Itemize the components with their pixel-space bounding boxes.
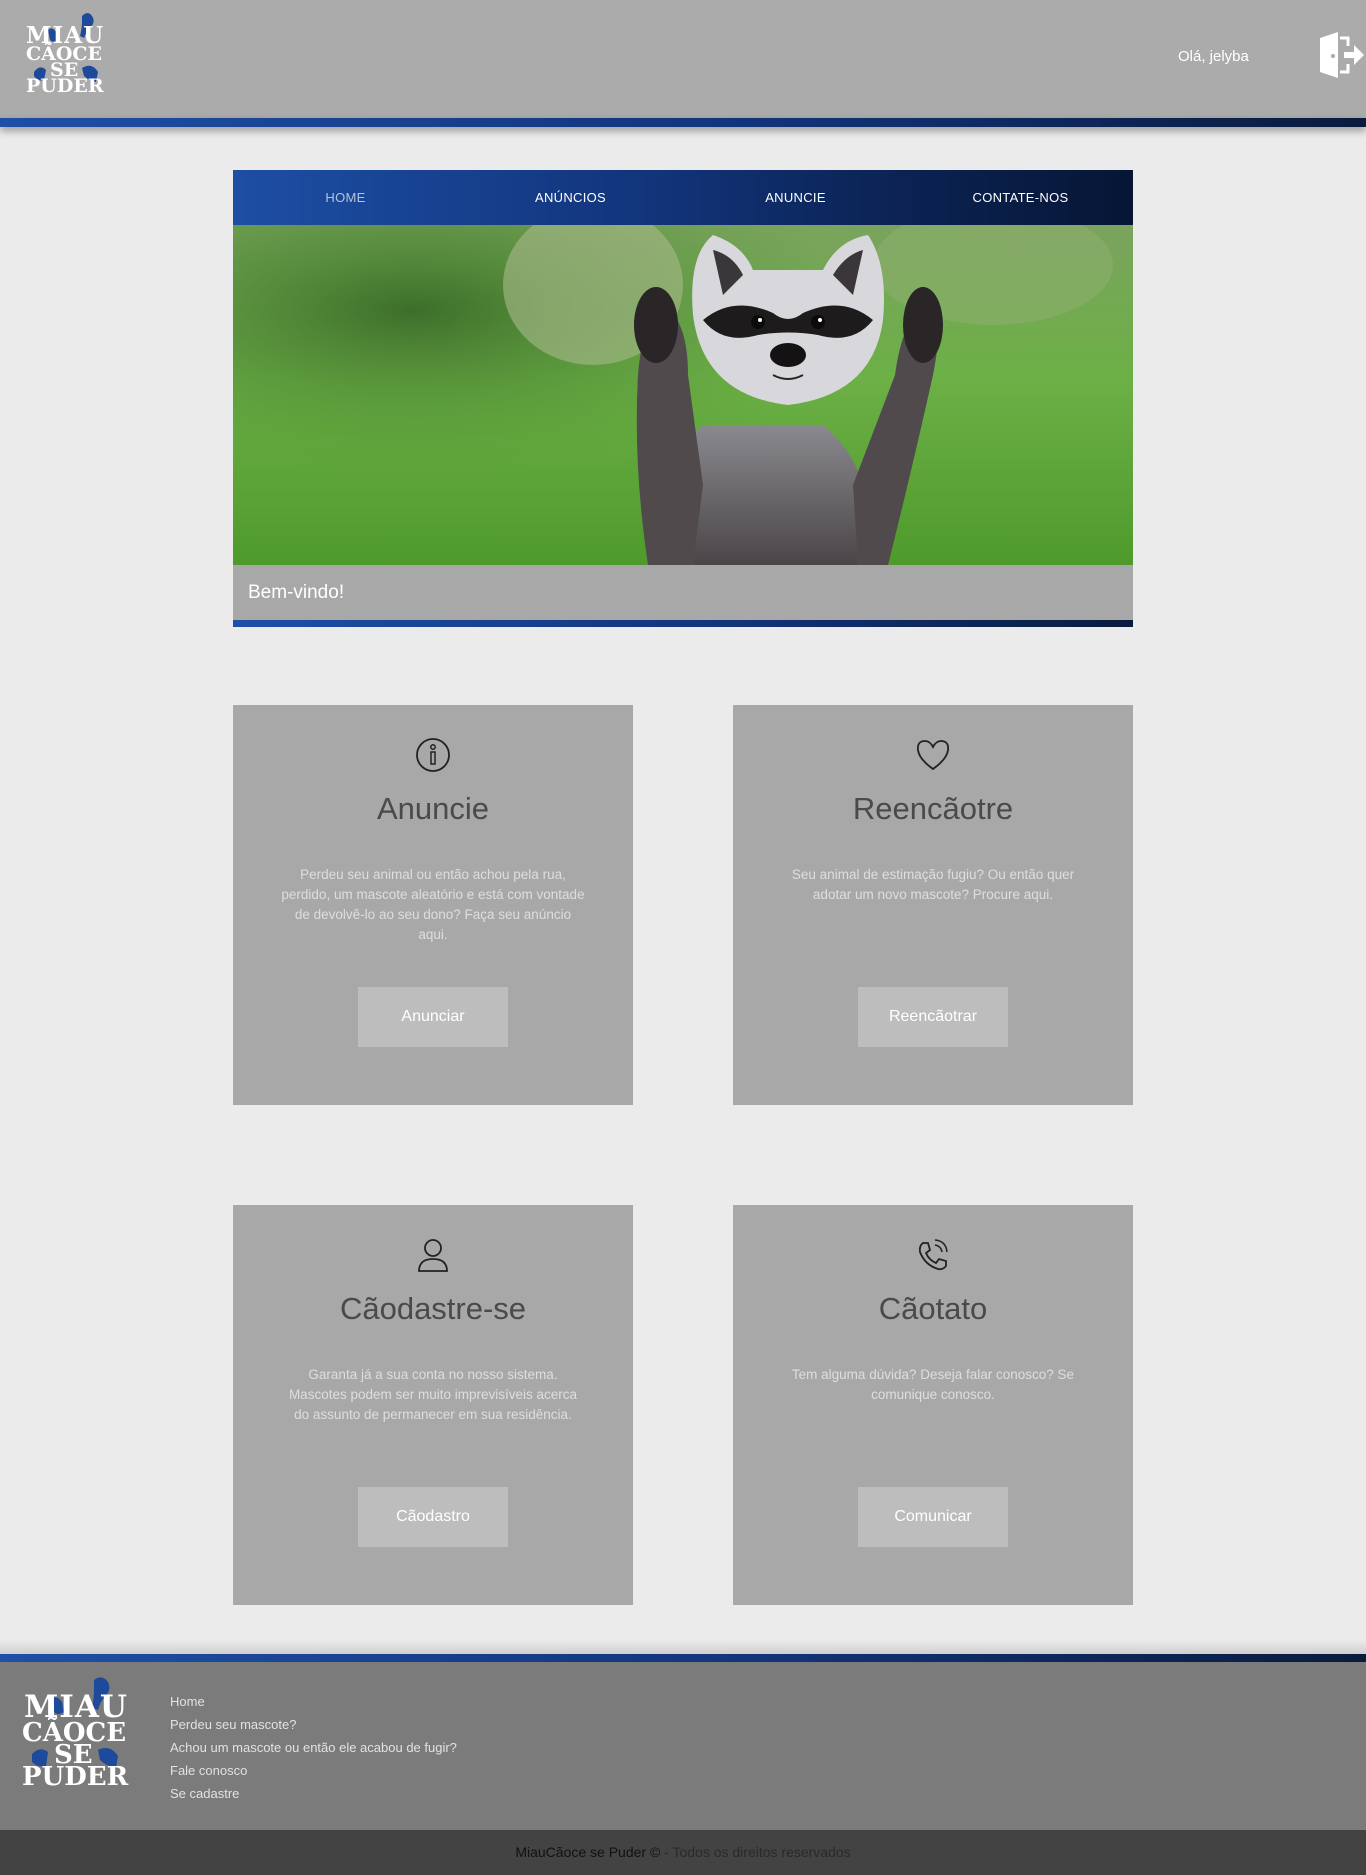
user-icon <box>418 1239 448 1272</box>
hero-caption: Bem-vindo! <box>233 565 1133 620</box>
comunicar-button[interactable]: Comunicar <box>858 1487 1008 1547</box>
footer-link-contact[interactable]: Fale conosco <box>170 1759 457 1782</box>
nav-home[interactable]: HOME <box>233 170 458 225</box>
card-reencaotre: Reencãotre Seu animal de estimação fugiu… <box>733 705 1133 1105</box>
door-exit-icon <box>1320 32 1364 78</box>
footer-accent-bar <box>0 1654 1366 1662</box>
caodastro-button[interactable]: Cãodastro <box>358 1487 508 1547</box>
copyright-bar: MiauCãoce se Puder © - Todos os direitos… <box>0 1830 1366 1875</box>
hero-section: HOME ANÚNCIOS ANUNCIE CONTATE-NOS Bem-vi… <box>233 170 1133 627</box>
hero-accent-bar <box>233 620 1133 627</box>
footer-logo-line-4: PUDER <box>22 1762 129 1792</box>
raccoon-photo <box>233 225 1133 565</box>
site-logo[interactable]: MIAU CÃOCE SE PUDER <box>26 10 118 98</box>
site-footer: MIAU CÃOCE SE PUDER Home Perdeu seu masc… <box>0 1662 1366 1830</box>
welcome-text: Bem-vindo! <box>248 582 345 603</box>
footer-link-lost-pet[interactable]: Perdeu seu mascote? <box>170 1713 457 1736</box>
nav-anuncie[interactable]: ANUNCIE <box>683 170 908 225</box>
copyright-text: - Todos os direitos reservados <box>660 1844 851 1860</box>
heart-icon <box>916 740 950 771</box>
card-description: Perdeu seu animal ou então achou pela ru… <box>281 867 585 942</box>
main-nav: HOME ANÚNCIOS ANUNCIE CONTATE-NOS <box>233 170 1133 225</box>
hero-raccoon-image <box>233 225 1133 565</box>
header-accent-bar <box>0 118 1366 127</box>
card-caodastre-se: Cãodastre-se Garanta já a sua conta no n… <box>233 1205 633 1605</box>
card-description: Seu animal de estimação fugiu? Ou então … <box>791 867 1075 902</box>
phone-icon <box>918 1239 948 1271</box>
logo-line-4: PUDER <box>26 75 104 97</box>
footer-link-signup[interactable]: Se cadastre <box>170 1782 457 1805</box>
footer-link-home[interactable]: Home <box>170 1690 457 1713</box>
card-description: Garanta já a sua conta no nosso sistema.… <box>288 1367 578 1422</box>
card-title: Cãotato <box>878 1291 988 1326</box>
card-anuncie: Anuncie Perdeu seu animal ou então achou… <box>233 705 633 1105</box>
anunciar-button[interactable]: Anunciar <box>358 987 508 1047</box>
card-title: Cãodastre-se <box>339 1291 527 1326</box>
footer-links: Home Perdeu seu mascote? Achou um mascot… <box>170 1690 457 1805</box>
card-caotato: Cãotato Tem alguma dúvida? Deseja falar … <box>733 1205 1133 1605</box>
card-title: Anuncie <box>376 791 490 826</box>
info-icon <box>416 738 450 772</box>
card-title: Reencãotre <box>852 791 1014 826</box>
footer-shadow <box>0 1640 1366 1654</box>
footer-link-found-pet[interactable]: Achou um mascote ou então ele acabou de … <box>170 1736 457 1759</box>
copyright-brand: MiauCãoce se Puder © <box>515 1844 661 1860</box>
reencaotrar-button[interactable]: Reencãotrar <box>858 987 1008 1047</box>
nav-contate-nos[interactable]: CONTATE-NOS <box>908 170 1133 225</box>
logout-button[interactable] <box>1318 32 1364 78</box>
user-greeting: Olá, jelyba <box>1178 48 1249 65</box>
card-description: Tem alguma dúvida? Deseja falar conosco?… <box>791 1367 1075 1402</box>
site-header: MIAU CÃOCE SE PUDER Olá, jelyba <box>0 0 1366 118</box>
nav-anuncios[interactable]: ANÚNCIOS <box>458 170 683 225</box>
footer-logo[interactable]: MIAU CÃOCE SE PUDER <box>20 1674 142 1794</box>
